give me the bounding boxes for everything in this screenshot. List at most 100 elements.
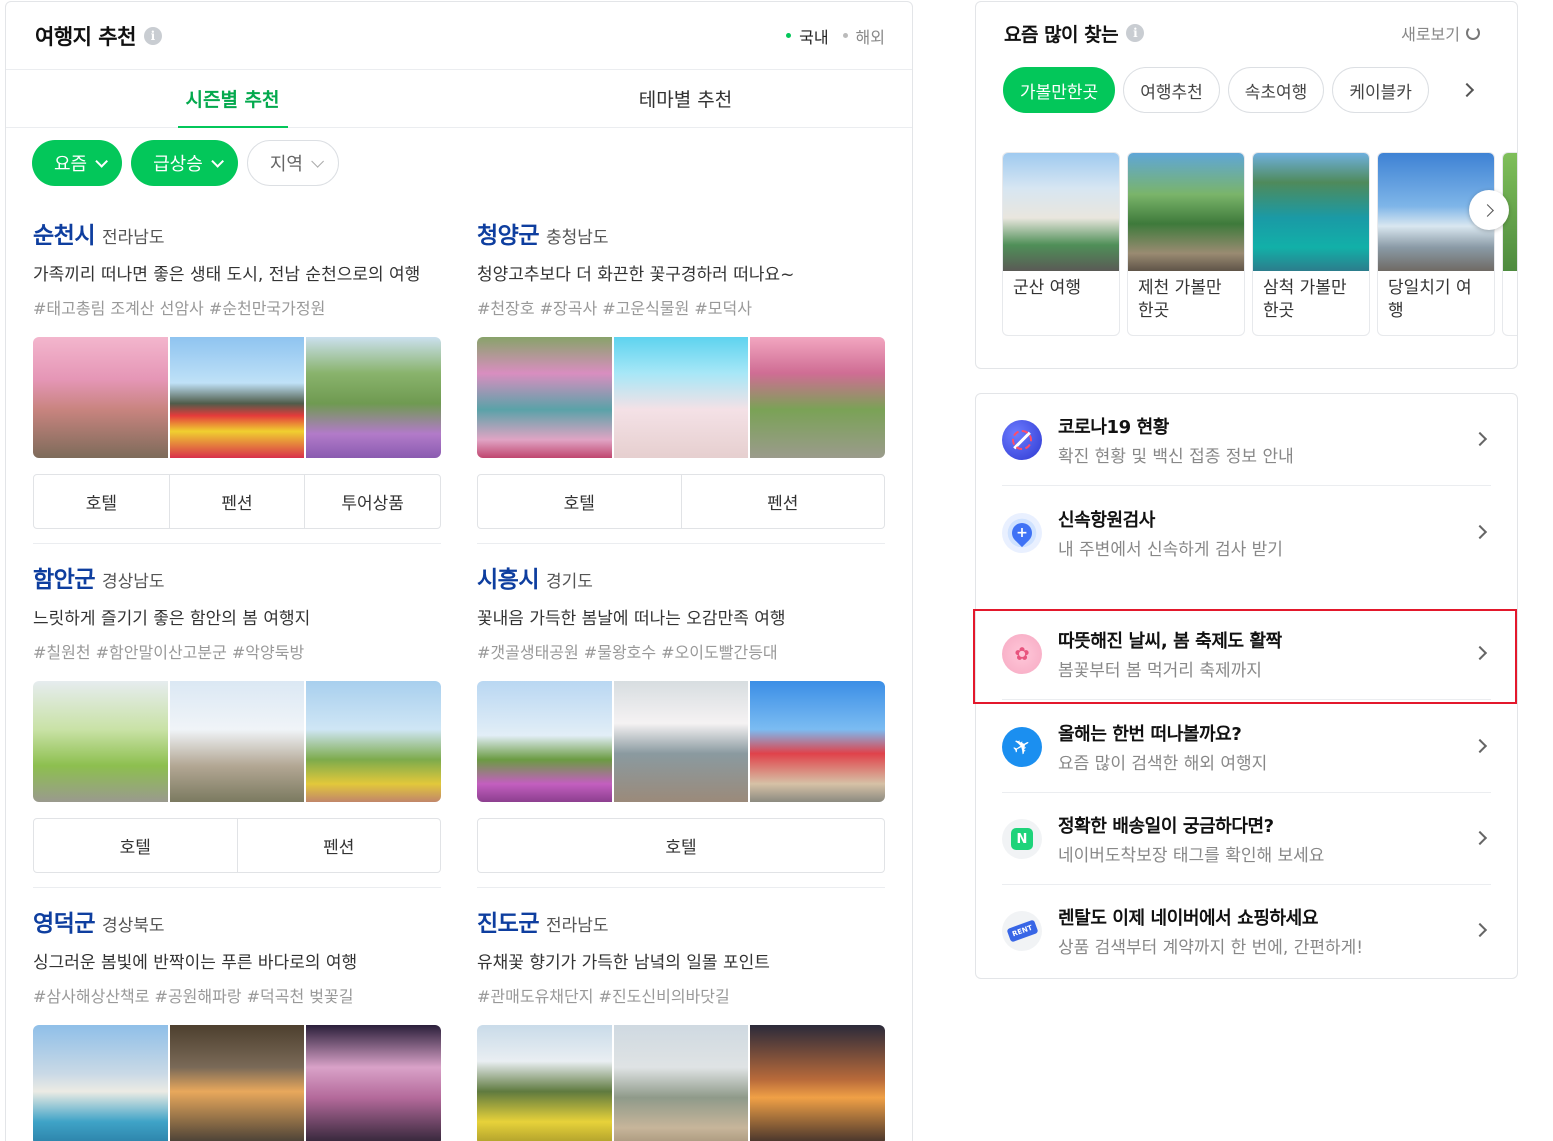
travel-filters: 요즘 급상승 지역 (6, 128, 912, 198)
destination-photo[interactable] (33, 681, 168, 802)
service-item-delivery[interactable]: 정확한 배송일이 궁금하다면? 네이버도착보장 태그를 확인해 보세요 (976, 793, 1517, 885)
service-item-rental[interactable]: 렌탈도 이제 네이버에서 쇼핑하세요 상품 검색부터 계약까지 한 번에, 간편… (976, 885, 1517, 977)
destination-photo[interactable] (477, 337, 612, 458)
destination-card: 진도군 전라남도 유채꽃 향기가 가득한 남녘의 일몰 포인트 #관매도유채단지 #진… (477, 904, 885, 1141)
destination-photo[interactable] (750, 337, 885, 458)
destination-photo[interactable] (306, 681, 441, 802)
trending-card[interactable]: 군산 여행 (1002, 152, 1120, 336)
trending-panel: 요즘 많이 찾는 i 새로보기 가볼만한곳 여행추천 속초여행 케이블카 군산 … (975, 1, 1518, 369)
destination-card: 청양군 충청남도청양고추보다 더 화끈한 꽃구경하러 떠나요~ #천장호 #장곡사 … (477, 216, 885, 529)
destination-photo[interactable] (306, 337, 441, 458)
chevron-right-icon (1472, 431, 1488, 447)
destination-photo[interactable] (169, 681, 305, 802)
booking-button[interactable]: 호텔 (478, 819, 884, 872)
booking-button[interactable]: 펜션 (682, 475, 885, 528)
destination-tags: #삼사해상산책로 #공원해파랑 #덕곡천 벚꽃길 (33, 987, 354, 1006)
chevron-right-icon (1459, 82, 1474, 98)
destination-description[interactable]: 유채꽃 향기가 가득한 남녘의 일몰 포인트 (477, 948, 885, 973)
destination-city[interactable]: 진도군 (477, 904, 539, 938)
destination-description[interactable]: 청양고추보다 더 화끈한 꽃구경하러 떠나요~ (477, 260, 885, 285)
tab-theme[interactable]: 테마별 추천 (459, 70, 912, 127)
destination-city[interactable]: 시흥시 (477, 560, 539, 594)
travel-title: 여행지 추천 (35, 24, 136, 49)
booking-buttons: 호텔 펜션 (33, 818, 441, 873)
booking-button[interactable]: 펜션 (238, 819, 441, 872)
trending-cards: 군산 여행 제천 가볼만한곳 삼척 가볼만한곳 당일치기 여행 (976, 152, 1517, 337)
card-divider (33, 543, 441, 544)
destination-photo[interactable] (613, 1025, 749, 1141)
destination-photo[interactable] (613, 337, 749, 458)
chevron-right-icon (1472, 645, 1488, 661)
destination-photo[interactable] (306, 1025, 441, 1141)
booking-buttons: 호텔 펜션 투어상품 (33, 474, 441, 529)
destination-card: 순천시 전라남도 가족끼리 떠나면 좋은 생태 도시, 전남 순천으로의 여행 #태고… (33, 216, 441, 529)
refresh-button[interactable]: 새로보기 (1401, 21, 1480, 45)
destination-city[interactable]: 청양군 (477, 216, 539, 250)
destination-photo[interactable] (613, 681, 749, 802)
destination-city[interactable]: 영덕군 (33, 904, 95, 938)
trending-card-partial[interactable] (1502, 152, 1517, 336)
chip-cablecar[interactable]: 케이블카 (1332, 67, 1429, 113)
service-subtitle: 상품 검색부터 계약까지 한 번에, 간편하게! (1058, 938, 1364, 958)
chip-best-places[interactable]: 가볼만한곳 (1003, 67, 1116, 113)
destination-city[interactable]: 순천시 (33, 216, 95, 250)
destination-photo[interactable] (33, 337, 168, 458)
trending-card[interactable]: 제천 가볼만한곳 (1127, 152, 1245, 336)
chip-travel-recommend[interactable]: 여행추천 (1123, 67, 1220, 113)
rent-tag-icon (1002, 911, 1042, 951)
region-toggle: 국내 해외 (786, 24, 885, 48)
destination-photo[interactable] (750, 681, 885, 802)
booking-button[interactable]: 호텔 (478, 475, 682, 528)
service-item-spring-festival[interactable]: 따뜻해진 날씨, 봄 축제도 활짝 봄꽃부터 봄 먹거리 축제까지 (976, 608, 1517, 700)
destination-photo[interactable] (477, 681, 612, 802)
destination-tags: #관매도유채단지 #진도신비의바닷길 (477, 987, 730, 1006)
card-divider (477, 887, 885, 888)
service-item-rapid-test[interactable]: 신속항원검사 내 주변에서 신속하게 검사 받기 (976, 487, 1517, 579)
region-overseas[interactable]: 해외 (842, 24, 885, 48)
booking-button[interactable]: 호텔 (34, 819, 238, 872)
info-icon[interactable]: i (1126, 24, 1145, 42)
destination-card: 영덕군 경상북도 싱그러운 봄빛에 반짝이는 푸른 바다로의 여행 #삼사해상산책로 … (33, 904, 441, 1141)
destination-photo[interactable] (169, 1025, 305, 1141)
destination-photo[interactable] (169, 337, 305, 458)
trending-card-label: 제천 가볼만한곳 (1138, 278, 1222, 321)
destination-description[interactable]: 가족끼리 떠나면 좋은 생태 도시, 전남 순천으로의 여행 (33, 260, 441, 285)
destination-province: 전라남도 (101, 228, 165, 248)
chip-sokcho[interactable]: 속초여행 (1227, 67, 1325, 113)
destination-city[interactable]: 함안군 (33, 560, 95, 594)
chevron-down-icon (211, 154, 224, 168)
chevron-right-icon (1472, 922, 1488, 938)
chevron-down-icon (95, 154, 109, 168)
filter-rising[interactable]: 급상승 (131, 140, 238, 186)
destination-tags: #천장호 #장곡사 #고운식물원 #모덕사 (477, 299, 752, 318)
service-subtitle: 봄꽃부터 봄 먹거리 축제까지 (1058, 661, 1262, 681)
travel-recommendation-panel: 여행지 추천 i 국내 해외 시즌별 추천 테마별 추천 요즘 급상승 지역 순… (5, 1, 913, 1141)
tab-seasonal[interactable]: 시즌별 추천 (6, 70, 459, 127)
destination-description[interactable]: 싱그러운 봄빛에 반짝이는 푸른 바다로의 여행 (33, 948, 441, 973)
destination-province: 경기도 (545, 572, 593, 592)
booking-button[interactable]: 펜션 (170, 475, 306, 528)
destination-photos (33, 337, 441, 458)
destination-photos (477, 1025, 885, 1141)
trending-chips: 가볼만한곳 여행추천 속초여행 케이블카 (976, 64, 1517, 116)
filter-recent[interactable]: 요즘 (32, 140, 123, 186)
region-domestic[interactable]: 국내 (786, 24, 829, 48)
service-item-covid[interactable]: 코로나19 현황 확진 현황 및 백신 접종 정보 안내 (976, 394, 1517, 486)
service-list-panel: 코로나19 현황 확진 현황 및 백신 접종 정보 안내 신속항원검사 내 주변… (975, 393, 1518, 979)
service-item-overseas-travel[interactable]: 올해는 한번 떠나볼까요? 요즘 많이 검색한 해외 여행지 (976, 701, 1517, 793)
chevron-right-icon (1472, 524, 1488, 540)
destination-province: 충청남도 (545, 228, 609, 248)
booking-button[interactable]: 투어상품 (305, 475, 440, 528)
destination-description[interactable]: 꽃내음 가득한 봄날에 떠나는 오감만족 여행 (477, 604, 885, 629)
carousel-next-button[interactable] (1469, 190, 1509, 230)
trending-card[interactable]: 삼척 가볼만한곳 (1252, 152, 1370, 336)
filter-region[interactable]: 지역 (246, 140, 339, 186)
info-icon[interactable]: i (143, 26, 162, 45)
trending-card[interactable]: 당일치기 여행 (1377, 152, 1495, 336)
destination-photo[interactable] (33, 1025, 168, 1141)
destination-photo[interactable] (750, 1025, 885, 1141)
destination-photo[interactable] (477, 1025, 612, 1141)
chips-next-button[interactable] (1457, 80, 1477, 100)
booking-button[interactable]: 호텔 (34, 475, 170, 528)
destination-description[interactable]: 느릿하게 즐기기 좋은 함안의 봄 여행지 (33, 604, 441, 629)
